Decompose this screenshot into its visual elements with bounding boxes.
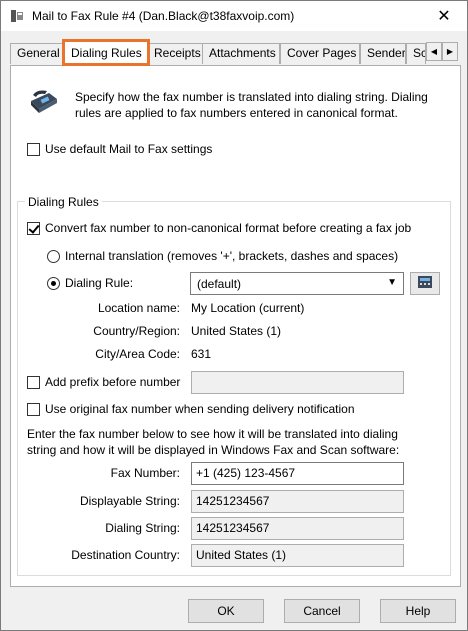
tab-cover-pages[interactable]: Cover Pages <box>280 43 360 64</box>
tab-strip: General Dialing Rules Receipts Attachmen… <box>10 39 460 66</box>
tab-scroll-right-icon[interactable]: ▶ <box>442 42 458 61</box>
dialing-properties-button[interactable] <box>410 272 440 295</box>
phone-keypad-icon <box>417 275 433 292</box>
dialing-string-field: 14251234567 <box>191 517 404 540</box>
city-area-code-value: 631 <box>191 347 212 361</box>
internal-translation-label: Internal translation (removes '+', brack… <box>65 249 399 263</box>
dialing-rule-select[interactable]: (default) ▼ <box>190 272 404 295</box>
add-prefix-checkbox[interactable] <box>27 375 40 389</box>
fax-phone-icon <box>27 87 59 118</box>
use-default-checkbox-row[interactable]: Use default Mail to Fax settings <box>27 142 212 156</box>
country-region-label: Country/Region: <box>93 324 180 338</box>
dialing-rule-radio[interactable] <box>47 276 60 290</box>
use-default-label: Use default Mail to Fax settings <box>45 142 213 156</box>
convert-checkbox-row[interactable]: Convert fax number to non-canonical form… <box>27 221 411 235</box>
tab-scroll-left-icon[interactable]: ◀ <box>426 42 442 61</box>
destination-country-field: United States (1) <box>191 544 404 567</box>
dialing-rule-value: (default) <box>197 276 242 291</box>
convert-label: Convert fax number to non-canonical form… <box>45 221 412 235</box>
cancel-button[interactable]: Cancel <box>284 599 360 623</box>
tab-scan[interactable]: Sc <box>406 43 426 64</box>
dialog-window: Mail to Fax Rule #4 (Dan.Black@t38faxvoi… <box>0 0 468 631</box>
convert-checkbox[interactable] <box>27 221 40 235</box>
instruction-text: Enter the fax number below to see how it… <box>27 427 400 457</box>
window-title: Mail to Fax Rule #4 (Dan.Black@t38faxvoi… <box>32 9 295 23</box>
page-description: Specify how the fax number is translated… <box>75 90 428 120</box>
internal-translation-radio-row[interactable]: Internal translation (removes '+', brack… <box>47 249 398 263</box>
location-name-value: My Location (current) <box>191 301 305 315</box>
country-region-value: United States (1) <box>191 324 282 338</box>
tab-receipts[interactable]: Receipts <box>147 43 203 64</box>
tab-attachments[interactable]: Attachments <box>202 43 280 64</box>
displayable-string-field: 14251234567 <box>191 490 404 513</box>
dialing-string-label: Dialing String: <box>105 521 180 535</box>
tab-dialing-rules[interactable]: Dialing Rules <box>62 39 150 66</box>
prefix-input[interactable] <box>191 371 404 394</box>
add-prefix-checkbox-row[interactable]: Add prefix before number <box>27 375 180 389</box>
dialing-rule-radio-row[interactable]: Dialing Rule: <box>47 276 133 290</box>
ok-button[interactable]: OK <box>188 599 264 623</box>
app-icon <box>10 9 24 23</box>
use-original-checkbox[interactable] <box>27 402 40 416</box>
use-original-checkbox-row[interactable]: Use original fax number when sending del… <box>27 402 355 416</box>
tab-general[interactable]: General <box>10 43 66 64</box>
displayable-string-label: Displayable String: <box>79 494 180 508</box>
close-button[interactable]: ✕ <box>421 1 467 31</box>
tab-sender[interactable]: Sender <box>360 43 406 64</box>
fax-number-label: Fax Number: <box>110 466 180 480</box>
dialing-rule-label: Dialing Rule: <box>65 276 134 290</box>
use-original-label: Use original fax number when sending del… <box>45 402 355 416</box>
add-prefix-label: Add prefix before number <box>45 375 181 389</box>
help-button[interactable]: Help <box>380 599 456 623</box>
fax-number-input[interactable]: +1 (425) 123-4567 <box>191 462 404 485</box>
use-default-checkbox[interactable] <box>27 142 40 156</box>
title-bar: Mail to Fax Rule #4 (Dan.Black@t38faxvoi… <box>1 1 467 31</box>
chevron-down-icon: ▼ <box>387 277 397 288</box>
internal-translation-radio[interactable] <box>47 249 60 263</box>
destination-country-label: Destination Country: <box>71 548 180 562</box>
group-title: Dialing Rules <box>25 195 102 209</box>
location-name-label: Location name: <box>97 301 180 315</box>
city-area-code-label: City/Area Code: <box>95 347 180 361</box>
